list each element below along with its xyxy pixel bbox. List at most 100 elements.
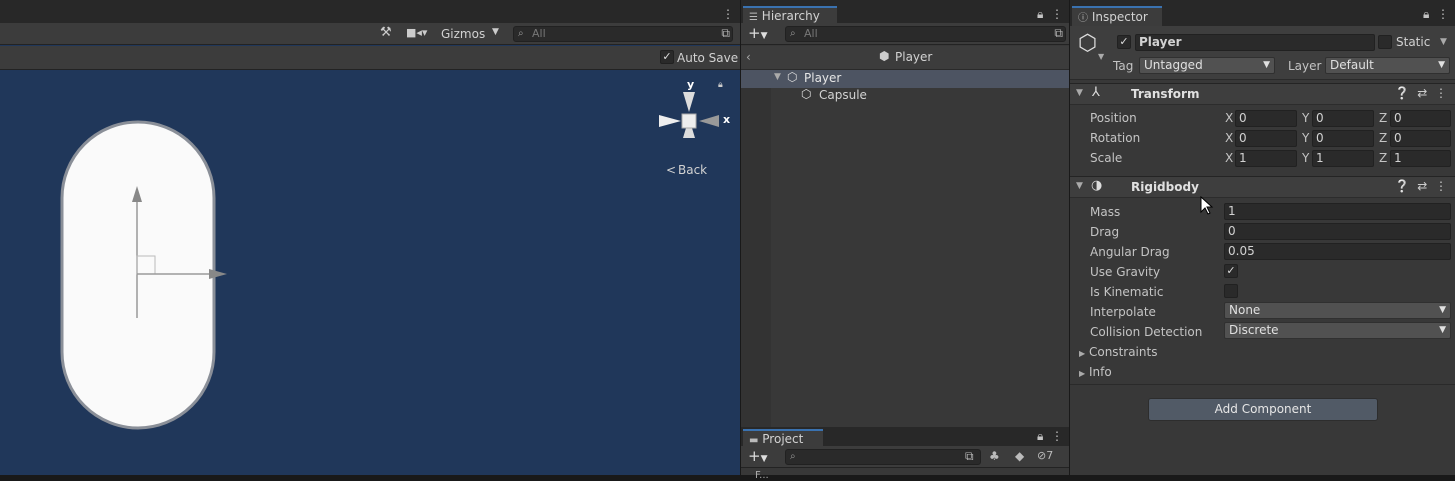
gizmos-dropdown-icon[interactable]: ▼ xyxy=(492,27,499,37)
tag-value: Untagged xyxy=(1144,58,1203,72)
tab-project-label: Project xyxy=(762,432,804,446)
component-header-icons[interactable]: ❔ ⇄ ⋮ xyxy=(1395,179,1447,193)
active-checkbox[interactable]: ✓ xyxy=(1117,35,1131,49)
gameobject-icon[interactable]: ⬡ xyxy=(1078,31,1097,56)
foldout-arrow-icon[interactable]: ▼ xyxy=(1076,88,1083,98)
scene-view-panel: ⋮ ⚒ ■◂▾ Gizmos ▼ ⌕ All ⧉ ✓ Auto Save y 🔒… xyxy=(0,0,740,475)
info-foldout[interactable]: ▶ Info xyxy=(1079,365,1112,379)
z-axis-label[interactable]: Z xyxy=(1379,131,1387,145)
position-x-field[interactable]: 0 xyxy=(1235,110,1297,127)
tag-dropdown[interactable]: Untagged ▼ xyxy=(1139,57,1275,74)
tab-inspector[interactable]: ⓘ Inspector xyxy=(1072,6,1162,26)
transform-header[interactable]: ▼ ⅄ Transform ❔ ⇄ ⋮ xyxy=(1070,83,1455,105)
expand-arrow-icon[interactable]: ▼ xyxy=(774,72,781,82)
tools-icon[interactable]: ⚒ xyxy=(380,25,392,40)
layer-dropdown[interactable]: Default ▼ xyxy=(1325,57,1450,74)
tag-label: Tag xyxy=(1113,59,1134,73)
object-header: ⬡ ▼ ✓ Player Static ▼ Tag Untagged ▼ Laye… xyxy=(1070,26,1455,80)
rotation-row: Rotation X 0 Y 0 Z 0 xyxy=(1070,128,1455,148)
hidden-packages-icon[interactable]: ⊘7 xyxy=(1037,449,1053,462)
camera-icon[interactable]: ■◂▾ xyxy=(406,26,427,39)
static-label: Static xyxy=(1396,35,1431,49)
collision-detection-dropdown[interactable]: Discrete ▼ xyxy=(1224,322,1451,339)
constraints-label: Constraints xyxy=(1088,345,1158,359)
search-icon: ⌕ xyxy=(790,451,796,462)
scale-x-field[interactable]: 1 xyxy=(1235,150,1297,167)
position-z-field[interactable]: 0 xyxy=(1390,110,1451,127)
filter-label-icon[interactable]: ◆ xyxy=(1015,449,1024,463)
project-add-label: + xyxy=(748,447,761,465)
project-search-input[interactable]: ⌕ xyxy=(785,449,981,465)
rotation-x-field[interactable]: 0 xyxy=(1235,130,1297,147)
gameobject-cube-icon: ⬡ xyxy=(787,70,798,84)
inspector-divider xyxy=(1070,384,1455,385)
project-partial-item: F... xyxy=(755,470,769,481)
interpolate-dropdown[interactable]: None ▼ xyxy=(1224,302,1451,319)
scene-tab-menu-icon[interactable]: ⋮ xyxy=(722,7,734,21)
project-tab-icons[interactable]: 🔒︎ ⋮ xyxy=(1037,429,1063,444)
drag-field[interactable]: 0 xyxy=(1224,223,1451,240)
position-y-field[interactable]: 0 xyxy=(1312,110,1374,127)
scale-z-field[interactable]: 1 xyxy=(1390,150,1451,167)
y-axis-label[interactable]: Y xyxy=(1302,151,1309,165)
z-axis-label[interactable]: Z xyxy=(1379,111,1387,125)
position-row: Position X 0 Y 0 Z 0 xyxy=(1070,108,1455,128)
hierarchy-tab-icons[interactable]: 🔒︎ ⋮ xyxy=(1037,7,1063,22)
static-dropdown-icon[interactable]: ▼ xyxy=(1440,37,1447,47)
layer-label: Layer xyxy=(1288,59,1322,73)
angular-drag-field[interactable]: 0.05 xyxy=(1224,243,1451,260)
gizmos-button[interactable]: Gizmos xyxy=(441,27,485,41)
hierarchy-add-label: + xyxy=(748,24,761,42)
search-options-icon[interactable]: ⧉ xyxy=(721,26,730,40)
x-axis-label[interactable]: X xyxy=(1225,151,1233,165)
hierarchy-add-button[interactable]: +▼ xyxy=(748,24,768,42)
project-add-button[interactable]: +▼ xyxy=(748,447,768,465)
collision-detection-label: Collision Detection xyxy=(1090,325,1203,339)
angular-drag-label: Angular Drag xyxy=(1090,245,1170,259)
foldout-arrow-icon[interactable]: ▼ xyxy=(1076,181,1083,191)
inspector-tab-icons[interactable]: 🔒︎ ⋮ xyxy=(1423,7,1449,22)
object-name-field[interactable]: Player xyxy=(1135,34,1375,51)
use-gravity-checkbox[interactable]: ✓ xyxy=(1224,264,1238,278)
x-axis-label[interactable]: X xyxy=(1225,111,1233,125)
icon-dropdown-icon[interactable]: ▼ xyxy=(1098,52,1104,61)
scale-row: Scale X 1 Y 1 Z 1 xyxy=(1070,148,1455,168)
is-kinematic-checkbox[interactable] xyxy=(1224,284,1238,298)
inspector-tabbar: ⓘ Inspector 🔒︎ ⋮ xyxy=(1070,0,1455,26)
x-axis-label[interactable]: X xyxy=(1225,131,1233,145)
component-header-icons[interactable]: ❔ ⇄ ⋮ xyxy=(1395,86,1447,100)
folder-icon: ▬ xyxy=(749,435,759,446)
y-axis-label[interactable]: Y xyxy=(1302,131,1309,145)
project-panel: ▬ Project 🔒︎ ⋮ +▼ ⌕ ⧉ ♣ ◆ ⊘7 F... xyxy=(741,427,1069,481)
list-item[interactable]: ⬡ Capsule xyxy=(741,87,1069,105)
autosave-checkbox[interactable]: ✓ xyxy=(660,50,674,64)
search-options-icon[interactable]: ⧉ xyxy=(965,449,974,464)
filter-type-icon[interactable]: ♣ xyxy=(989,449,1000,463)
constraints-foldout[interactable]: ▶ Constraints xyxy=(1079,345,1157,359)
mass-field[interactable]: 1 xyxy=(1224,203,1451,220)
hierarchy-panel: ☰ Hierarchy 🔒︎ ⋮ +▼ ⌕ All ⧉ ‹ ⬢ Player ▼… xyxy=(741,0,1069,427)
back-chevron-icon[interactable]: ‹ xyxy=(746,50,751,64)
hierarchy-search-input[interactable]: ⌕ All ⧉ xyxy=(785,26,1066,42)
rigidbody-icon: ◑ xyxy=(1091,178,1103,193)
transform-title: Transform xyxy=(1131,87,1200,101)
add-dropdown-icon: ▼ xyxy=(760,454,768,464)
search-options-icon[interactable]: ⧉ xyxy=(1054,26,1063,40)
is-kinematic-label: Is Kinematic xyxy=(1090,285,1164,299)
rotation-y-field[interactable]: 0 xyxy=(1312,130,1374,147)
rotation-z-field[interactable]: 0 xyxy=(1390,130,1451,147)
static-checkbox[interactable] xyxy=(1378,35,1392,49)
scale-y-field[interactable]: 1 xyxy=(1312,150,1374,167)
scene-search-input[interactable]: ⌕ All ⧉ xyxy=(513,26,733,42)
hierarchy-list: ▼ ⬡ Player ⬡ Capsule xyxy=(741,70,1069,427)
y-axis-label[interactable]: Y xyxy=(1302,111,1309,125)
rigidbody-header[interactable]: ▼ ◑ Rigidbody ❔ ⇄ ⋮ xyxy=(1070,176,1455,198)
capsule-object[interactable] xyxy=(55,118,245,433)
z-axis-label[interactable]: Z xyxy=(1379,151,1387,165)
list-item-label: Capsule xyxy=(819,88,867,102)
list-item[interactable]: ▼ ⬡ Player xyxy=(741,70,1069,88)
search-icon: ⌕ xyxy=(790,28,796,39)
collision-detection-value: Discrete xyxy=(1229,323,1279,337)
add-component-button[interactable]: Add Component xyxy=(1148,398,1378,421)
orientation-gizmo[interactable]: y 🔒︎ x < Back xyxy=(655,78,735,177)
